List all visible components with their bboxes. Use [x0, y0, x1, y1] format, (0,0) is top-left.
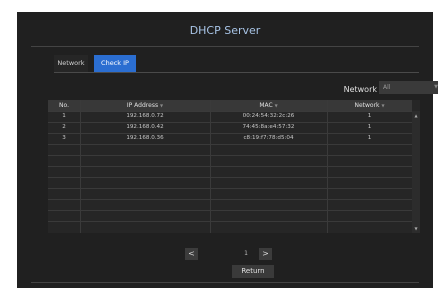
cell-mac: 74:45:8a:e4:57:32	[242, 124, 295, 130]
table-scrollbar[interactable]: ▲ ▼	[412, 111, 420, 233]
scroll-down-icon[interactable]: ▼	[412, 226, 420, 231]
cell-ip-address: 192.168.0.36	[126, 135, 164, 141]
scroll-up-icon[interactable]: ▲	[412, 113, 420, 118]
row-divider	[48, 221, 412, 222]
row-divider	[48, 210, 412, 211]
tab-divider	[54, 72, 419, 73]
cell-no: 3	[62, 135, 66, 141]
cell-network: 1	[367, 113, 372, 119]
row-divider	[48, 133, 412, 134]
table-row[interactable]: 2 192.168.0.42 74:45:8a:e4:57:32 1	[48, 122, 412, 133]
next-page-button[interactable]: >	[259, 248, 272, 260]
row-divider	[48, 166, 412, 167]
column-header-mac[interactable]: MAC ▼	[210, 100, 327, 111]
cell-network: 1	[367, 124, 372, 130]
network-filter-select[interactable]: All ▼	[379, 81, 438, 94]
return-button[interactable]: Return	[232, 265, 274, 278]
sort-icon: ▼	[381, 103, 385, 108]
row-divider	[48, 199, 412, 200]
cell-no: 1	[62, 113, 66, 119]
column-divider	[80, 100, 81, 233]
dropdown-arrow-icon: ▼	[434, 84, 438, 90]
sort-icon: ▼	[160, 103, 164, 108]
row-divider	[48, 177, 412, 178]
sort-icon: ▼	[274, 103, 278, 108]
dhcp-server-panel: DHCP Server Network Check IP Network All…	[17, 12, 438, 288]
title-divider	[31, 46, 419, 47]
column-header-no[interactable]: No.	[48, 100, 80, 111]
column-header-network[interactable]: Network ▼	[327, 100, 412, 111]
cell-mac: c8:19:f7:78:d5:04	[243, 135, 294, 141]
column-header-ip-address[interactable]: IP Address ▼	[80, 100, 210, 111]
row-divider	[48, 188, 412, 189]
cell-network: 1	[367, 135, 372, 141]
footer-divider	[31, 282, 419, 283]
cell-no: 2	[62, 124, 66, 130]
tab-network[interactable]: Network	[54, 55, 88, 72]
cell-ip-address: 192.168.0.42	[126, 124, 164, 130]
network-filter-label: Network	[343, 85, 377, 94]
column-divider	[327, 100, 328, 233]
row-divider	[48, 111, 412, 112]
current-page-number: 1	[244, 250, 248, 257]
column-divider	[210, 100, 211, 233]
table-row[interactable]: 1 192.168.0.72 00:24:54:32:2c:26 1	[48, 111, 412, 122]
cell-ip-address: 192.168.0.72	[126, 113, 164, 119]
row-divider	[48, 122, 412, 123]
network-filter-value: All	[383, 84, 391, 91]
tab-check-ip[interactable]: Check IP	[94, 55, 136, 72]
table-header: No. IP Address ▼ MAC ▼ Network ▼	[48, 100, 412, 111]
row-divider	[48, 155, 412, 156]
ip-table: No. IP Address ▼ MAC ▼ Network ▼ 1 192.1…	[48, 100, 420, 233]
prev-page-button[interactable]: <	[185, 248, 198, 260]
row-divider	[48, 144, 412, 145]
cell-mac: 00:24:54:32:2c:26	[242, 113, 295, 119]
page-title: DHCP Server	[189, 24, 261, 37]
table-row[interactable]: 3 192.168.0.36 c8:19:f7:78:d5:04 1	[48, 133, 412, 144]
